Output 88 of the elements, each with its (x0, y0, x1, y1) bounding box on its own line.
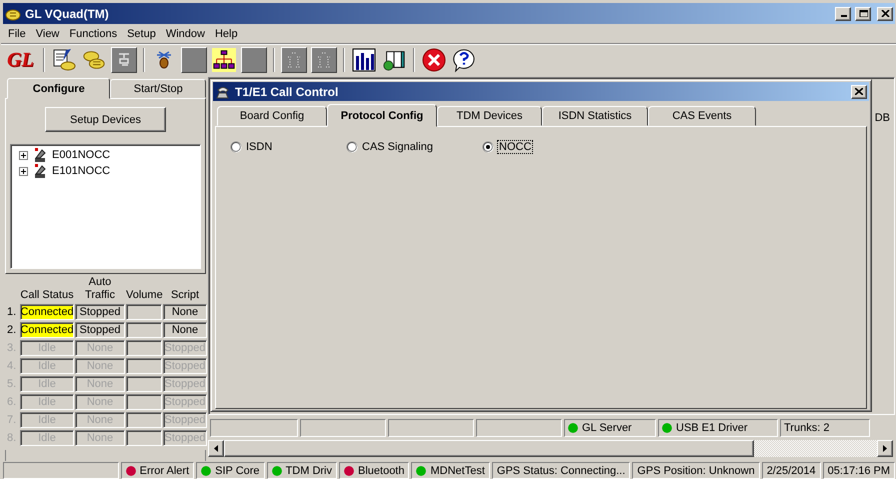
panel-tab[interactable]: Configure (7, 78, 110, 99)
tree-item[interactable]: E101NOCC (52, 165, 110, 177)
scroll-left-button[interactable] (208, 440, 224, 457)
close-button[interactable] (877, 6, 893, 20)
volume-cell (126, 304, 162, 320)
menu-item[interactable]: View (30, 28, 64, 40)
dialog-tab[interactable]: ISDN Statistics (542, 106, 648, 126)
status-text: MDNetTest (430, 464, 485, 476)
status-text: Trunks: 2 (784, 422, 830, 434)
phone-icon (215, 84, 231, 98)
telephone-icon (82, 48, 106, 72)
auto-traffic-cell: Stopped (75, 304, 125, 320)
auto-traffic-cell: Stopped (75, 322, 125, 338)
dialog-tab[interactable]: CAS Events (648, 106, 756, 126)
maximize-icon (858, 10, 868, 17)
toolbar-button[interactable] (350, 47, 377, 73)
status-text: TDM Driv (286, 464, 332, 476)
bar-chart-icon (352, 48, 376, 72)
column-header: Auto Traffic (84, 276, 116, 302)
status-text: Bluetooth (358, 464, 404, 476)
telephone-icon (5, 6, 21, 20)
row-number: 2. (7, 324, 18, 336)
row-number: 1. (7, 306, 18, 318)
radio-label[interactable]: NOCC (498, 141, 532, 153)
volume-cell (126, 412, 162, 428)
tree-item[interactable]: E001NOCC (52, 149, 110, 161)
volume-cell (126, 322, 162, 338)
menu-item[interactable]: Setup (122, 28, 161, 40)
toolbar-button[interactable] (450, 47, 477, 73)
volume-cell (126, 340, 162, 356)
status-text: 2/25/2014 (766, 464, 816, 476)
menu-item[interactable]: File (3, 28, 31, 40)
status-text: GL Server (582, 422, 632, 434)
script-cell: None (163, 322, 207, 338)
child-window-title: T1/E1 Call Control (235, 84, 340, 98)
close-button[interactable] (851, 84, 867, 98)
menu-item[interactable]: Window (160, 28, 210, 40)
setup-devices-button[interactable]: Setup Devices (45, 107, 166, 132)
volume-cell (126, 358, 162, 374)
right-arrow-icon (883, 445, 887, 452)
status-text: SIP Core (215, 464, 260, 476)
column-header: Script (170, 289, 200, 302)
horizontal-scrollbar[interactable] (208, 440, 893, 457)
menu-item[interactable]: Help (210, 28, 243, 40)
column-header: Volume (126, 289, 162, 302)
script-cell: None (163, 304, 207, 320)
dialog-tab[interactable]: Board Config (217, 106, 327, 126)
device-icon (32, 147, 48, 163)
status-text: GPS Position: Unknown (637, 464, 755, 476)
volume-cell (126, 394, 162, 410)
toolbar-button[interactable] (210, 47, 237, 73)
close-icon (855, 88, 863, 95)
expand-icon[interactable] (19, 166, 28, 176)
radio-label[interactable]: CAS Signaling (362, 141, 433, 153)
status-text: GPS Status: Connecting... (496, 464, 626, 476)
dialog-tab[interactable]: TDM Devices (437, 106, 542, 126)
expand-icon[interactable] (19, 150, 28, 160)
device-icon (32, 163, 48, 179)
logo[interactable]: GL (4, 48, 37, 72)
status-text: 05:17:16 PM (828, 464, 890, 476)
book-icon (382, 48, 406, 72)
menu-item[interactable]: Functions (64, 28, 122, 40)
volume-cell (126, 430, 162, 446)
phone-icon (116, 52, 131, 68)
radio-label[interactable]: ISDN (246, 141, 272, 153)
radio-button[interactable] (482, 141, 494, 153)
status-text: USB E1 Driver (676, 422, 748, 434)
panel-tab[interactable]: Start/Stop (110, 79, 206, 98)
window-title: GL VQuad(TM) (25, 6, 110, 20)
maximize-button[interactable] (855, 6, 871, 20)
left-arrow-icon (214, 445, 218, 452)
help-icon (452, 47, 476, 73)
stop-icon (422, 48, 446, 72)
column-header: DB (874, 112, 891, 124)
radio-button[interactable] (230, 141, 242, 153)
scroll-thumb[interactable] (224, 440, 754, 457)
column-header: Call Status (20, 289, 74, 302)
radio-button[interactable] (346, 141, 358, 153)
network-icon (212, 47, 236, 73)
dialog-tab[interactable]: Protocol Config (327, 104, 437, 127)
notepad-phone-icon (52, 48, 76, 72)
volume-cell (126, 376, 162, 392)
minimize-button[interactable] (835, 6, 851, 20)
close-icon (880, 10, 890, 17)
toolbar-button[interactable] (50, 47, 77, 73)
status-text: Error Alert (140, 464, 190, 476)
toolbar-button[interactable] (420, 47, 447, 73)
scroll-right-button[interactable] (877, 440, 893, 457)
